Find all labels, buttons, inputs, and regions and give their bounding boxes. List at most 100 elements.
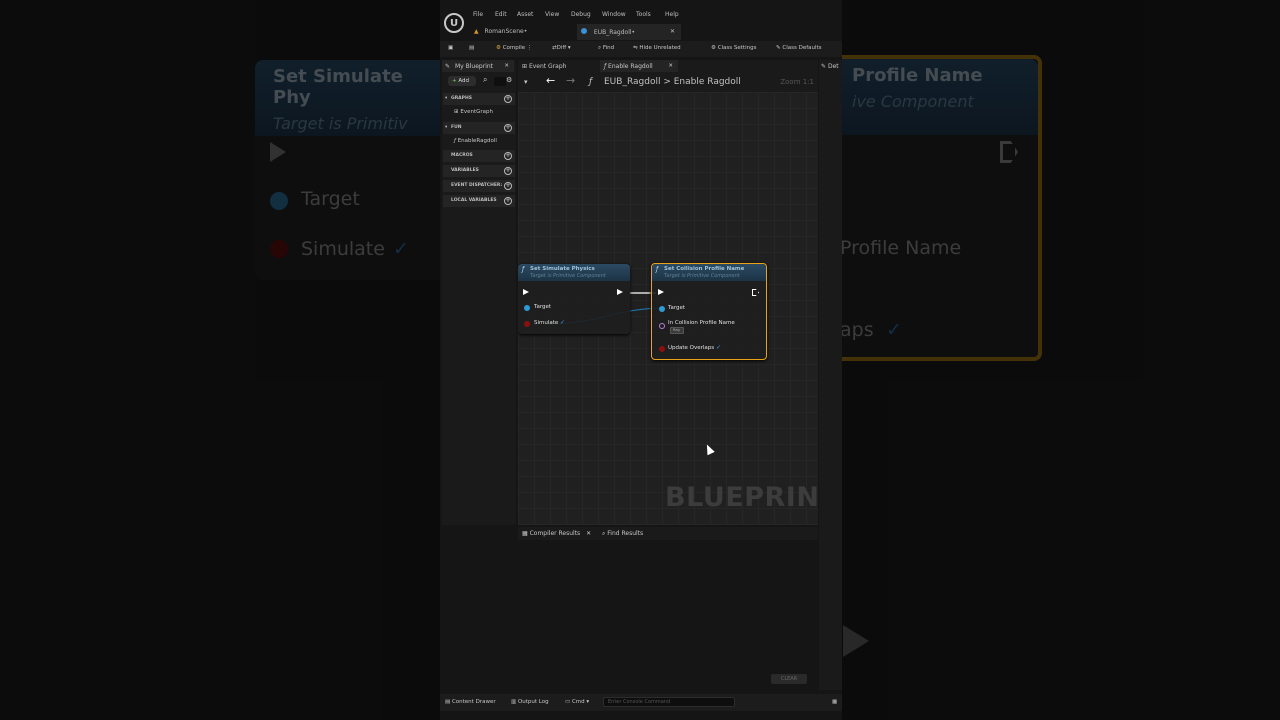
simulate-pin[interactable] [524,321,530,327]
compile-button[interactable]: ⚙ Compile ⋮ [496,45,532,51]
hide-unrelated-button[interactable]: ⇋ Hide Unrelated [633,45,681,51]
tab-event-graph[interactable]: ⊞ Event Graph [518,60,598,72]
tab-find-results[interactable]: ⌕ Find Results [602,530,643,538]
node-set-collision-profile-name[interactable]: ƒ Set Collision Profile Name Target is P… [651,263,767,360]
section-local-variables[interactable]: LOCAL VARIABLES + [443,195,515,207]
menu-asset[interactable]: Asset [517,11,533,18]
compiler-results-panel: CLEAR [518,540,818,690]
blueprint-toolbar: ▣ ▤ ⚙ Compile ⋮ ⇄Diff ▾ ⌕ Find ⇋ Hide Un… [440,41,842,57]
add-macro-icon[interactable]: + [504,152,512,160]
forward-arrow-icon[interactable]: → [566,74,575,87]
add-variable-icon[interactable]: + [504,167,512,175]
find-button[interactable]: ⌕ Find [598,45,614,52]
add-local-variable-icon[interactable]: + [504,197,512,205]
menu-view[interactable]: View [545,11,559,18]
tab-compiler-results[interactable]: ▦ Compiler Results ✕ [522,530,591,537]
exec-in-pin[interactable] [658,289,664,295]
breadcrumb[interactable]: EUB_Ragdoll > Enable Ragdoll [604,77,741,87]
update-overlaps-pin[interactable] [659,346,665,352]
menu-help[interactable]: Help [665,11,679,18]
profile-name-label: In Collision Profile Name [668,320,735,326]
exec-out-pin[interactable] [617,289,623,295]
target-label: Target [668,305,686,311]
add-button[interactable]: + Add [448,76,476,86]
section-variables[interactable]: VARIABLES + [443,165,515,177]
tab-romanscene[interactable]: ▲ RomanScene• [474,24,574,40]
breadcrumb-separator: > [663,77,671,87]
close-icon[interactable]: ✕ [504,63,509,69]
document-tab-bar: ▲ RomanScene• EUB_Ragdoll• ✕ [440,24,842,40]
close-icon[interactable]: ✕ [670,28,675,35]
profile-name-field[interactable]: Rag [670,327,684,334]
gear-icon[interactable]: ⚙ [506,76,512,84]
add-dispatcher-icon[interactable]: + [504,182,512,190]
target-pin[interactable] [659,306,665,312]
output-log-icon: ▥ [511,699,517,705]
status-bar: ▤ Content Drawer ▥ Output Log ▭ Cmd ▾ En… [440,694,842,711]
content-drawer-button[interactable]: ▤ Content Drawer [445,699,496,705]
function-icon: ƒ [454,138,456,144]
output-log-button[interactable]: ▥ Output Log [511,699,549,705]
node-title: Set Simulate Physics [530,266,595,272]
class-settings-button[interactable]: ⚙ Class Settings [711,45,756,51]
unreal-editor-window: U File Edit Asset View Debug Window Tool… [440,0,842,720]
close-icon[interactable]: ✕ [586,530,591,537]
search-input[interactable] [494,77,506,86]
tab-my-blueprint[interactable]: ✎ My Blueprint ✕ [442,60,514,72]
blueprint-icon [581,28,587,34]
add-label: Add [458,78,470,84]
diff-button[interactable]: ⇄Diff ▾ [552,45,571,51]
add-function-icon[interactable]: + [504,124,512,132]
compiler-results-icon: ▦ [522,530,528,537]
exec-in-pin[interactable] [523,289,529,295]
bookmark-icon[interactable]: ▾ [524,78,528,86]
graph-canvas[interactable]: ƒ Set Simulate Physics Target is Primiti… [518,92,818,525]
section-functions[interactable]: ▾ FUN + [443,122,515,134]
add-graph-icon[interactable]: + [504,95,512,103]
menu-debug[interactable]: Debug [571,11,591,18]
compile-icon: ⚙ [496,45,501,51]
section-graphs[interactable]: ▾ GRAPHS + [443,93,515,105]
menu-window[interactable]: Window [602,11,626,18]
tab-details[interactable]: ✎ Det [821,63,839,70]
back-arrow-icon[interactable]: ← [546,74,555,87]
tab-label: EUB_Ragdoll• [593,29,636,36]
search-icon[interactable]: ⌕ [483,75,487,85]
cmd-dropdown[interactable]: ▭ Cmd ▾ [565,699,589,705]
node-set-simulate-physics[interactable]: ƒ Set Simulate Physics Target is Primiti… [518,264,630,334]
update-overlaps-checkbox[interactable]: ✓ [716,344,721,351]
simulate-checkbox[interactable]: ✓ [560,319,565,326]
exec-out-pin[interactable] [752,289,759,296]
profile-name-pin[interactable] [659,323,665,329]
list-item-eventgraph[interactable]: ⊞ EventGraph [454,109,493,115]
tab-label: My Blueprint [455,63,494,70]
class-defaults-button[interactable]: ✎ Class Defaults [776,45,822,51]
list-item-enableragdoll[interactable]: ƒ EnableRagdoll [454,138,497,144]
graph-icon: ⊞ [454,109,459,115]
search-icon: ⌕ [602,530,606,537]
clear-button[interactable]: CLEAR [771,674,807,684]
tab-enable-ragdoll[interactable]: ƒ Enable Ragdoll ✕ [600,60,678,72]
breadcrumb-root[interactable]: EUB_Ragdoll [604,77,660,87]
details-panel: ✎ Det [819,60,842,690]
close-icon[interactable]: ✕ [668,63,673,69]
menu-edit[interactable]: Edit [495,11,507,18]
save-icon[interactable]: ▣ [448,45,453,51]
node-header: ƒ Set Collision Profile Name Target is P… [652,264,766,281]
console-command-input[interactable]: Enter Console Command [603,697,735,707]
section-event-dispatchers[interactable]: EVENT DISPATCHER: + [443,180,515,192]
section-macros[interactable]: MACROS + [443,150,515,162]
section-label: VARIABLES [451,168,479,173]
breadcrumb-current[interactable]: Enable Ragdoll [674,77,741,87]
tab-label: Enable Ragdoll [608,63,653,70]
search-icon: ⌕ [598,45,602,51]
my-blueprint-panel: ✎ My Blueprint ✕ + Add ⌕ ⚙ ▾ GRAPHS + ⊞ Ev… [442,60,516,525]
menu-tools[interactable]: Tools [636,11,651,18]
function-icon: ƒ [522,266,525,273]
graph-breadcrumb-bar: ▾ ← → ƒ EUB_Ragdoll > Enable Ragdoll Zoo… [518,72,818,92]
browse-icon[interactable]: ▤ [469,45,474,51]
menu-file[interactable]: File [473,11,483,18]
tab-eub-ragdoll[interactable]: EUB_Ragdoll• ✕ [577,24,681,40]
target-pin[interactable] [524,305,530,311]
source-control-icon[interactable]: ▦ [832,699,837,705]
